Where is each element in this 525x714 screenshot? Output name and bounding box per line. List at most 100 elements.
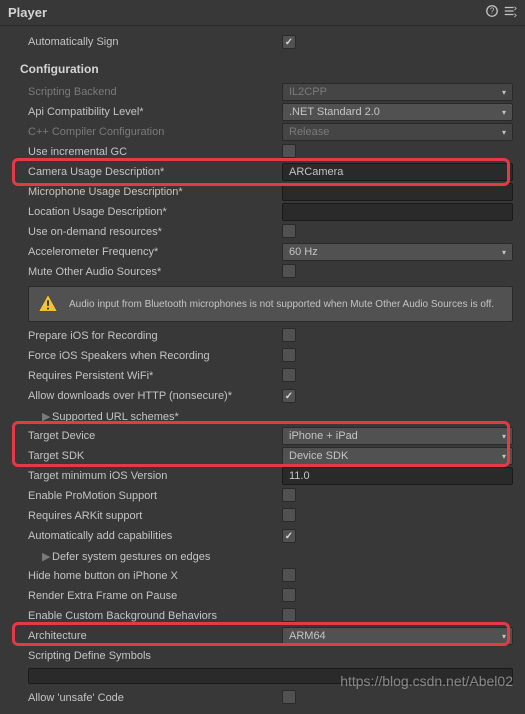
row-target-min-ios: Target minimum iOS Version 11.0 xyxy=(28,466,513,486)
label-auto-sign: Automatically Sign xyxy=(28,36,282,48)
row-auto-cap: Automatically add capabilities xyxy=(28,526,513,546)
label-cpp-compiler: C++ Compiler Configuration xyxy=(28,126,282,138)
label-target-sdk: Target SDK xyxy=(28,450,282,462)
label-architecture: Architecture xyxy=(28,630,282,642)
checkbox-extra-frame[interactable] xyxy=(282,588,296,602)
panel-header: Player ? xyxy=(0,0,525,26)
checkbox-incremental-gc[interactable] xyxy=(282,144,296,158)
row-scripting-backend: Scripting Backend IL2CPP ▾ xyxy=(28,82,513,102)
input-value: 11.0 xyxy=(289,470,310,482)
row-scripting-define: Scripting Define Symbols xyxy=(28,646,513,666)
checkbox-custom-bg[interactable] xyxy=(282,608,296,622)
chevron-down-icon: ▾ xyxy=(502,108,506,117)
row-arkit: Requires ARKit support xyxy=(28,506,513,526)
label-auto-cap: Automatically add capabilities xyxy=(28,530,282,542)
warning-box: Audio input from Bluetooth microphones i… xyxy=(28,286,513,322)
foldout-arrow-icon: ▶ xyxy=(42,410,50,423)
label-target-device: Target Device xyxy=(28,430,282,442)
row-camera-usage: Camera Usage Description* ARCamera xyxy=(28,162,513,182)
chevron-down-icon: ▾ xyxy=(502,128,506,137)
label-target-min-ios: Target minimum iOS Version xyxy=(28,470,282,482)
label-hide-home: Hide home button on iPhone X xyxy=(28,570,282,582)
row-promotion: Enable ProMotion Support xyxy=(28,486,513,506)
dropdown-value: Device SDK xyxy=(289,450,348,462)
label-location-usage: Location Usage Description* xyxy=(28,206,282,218)
dropdown-scripting-backend: IL2CPP ▾ xyxy=(282,83,513,101)
checkbox-force-speakers[interactable] xyxy=(282,348,296,362)
label-accel-freq: Accelerometer Frequency* xyxy=(28,246,282,258)
row-incremental-gc: Use incremental GC xyxy=(28,142,513,162)
label-custom-bg: Enable Custom Background Behaviors xyxy=(28,610,282,622)
label-persistent-wifi: Requires Persistent WiFi* xyxy=(28,370,282,382)
row-api-compat: Api Compatibility Level* .NET Standard 2… xyxy=(28,102,513,122)
row-auto-sign: Automatically Sign xyxy=(28,32,513,52)
label-mute-audio: Mute Other Audio Sources* xyxy=(28,266,282,278)
row-cpp-compiler: C++ Compiler Configuration Release ▾ xyxy=(28,122,513,142)
row-allow-http: Allow downloads over HTTP (nonsecure)* xyxy=(28,386,513,406)
checkbox-allow-http[interactable] xyxy=(282,389,296,403)
label-on-demand: Use on-demand resources* xyxy=(28,226,282,238)
checkbox-promotion[interactable] xyxy=(282,488,296,502)
label-mic-usage: Microphone Usage Description* xyxy=(28,186,282,198)
header-icons: ? xyxy=(485,4,517,21)
row-hide-home: Hide home button on iPhone X xyxy=(28,566,513,586)
row-persistent-wifi: Requires Persistent WiFi* xyxy=(28,366,513,386)
row-force-speakers: Force iOS Speakers when Recording xyxy=(28,346,513,366)
label-scripting-backend: Scripting Backend xyxy=(28,86,282,98)
checkbox-on-demand[interactable] xyxy=(282,224,296,238)
settings-content: Automatically Sign Configuration Scripti… xyxy=(0,26,525,714)
warning-icon xyxy=(37,293,59,315)
label-force-speakers: Force iOS Speakers when Recording xyxy=(28,350,282,362)
dropdown-target-device[interactable]: iPhone + iPad ▾ xyxy=(282,427,513,445)
label-incremental-gc: Use incremental GC xyxy=(28,146,282,158)
dropdown-value: IL2CPP xyxy=(289,86,327,98)
warning-text: Audio input from Bluetooth microphones i… xyxy=(69,298,494,311)
label-scripting-define: Scripting Define Symbols xyxy=(28,650,282,662)
checkbox-hide-home[interactable] xyxy=(282,568,296,582)
checkbox-persistent-wifi[interactable] xyxy=(282,368,296,382)
dropdown-value: iPhone + iPad xyxy=(289,430,358,442)
dropdown-accel-freq[interactable]: 60 Hz ▾ xyxy=(282,243,513,261)
watermark-text: https://blog.csdn.net/Abel02 xyxy=(340,673,513,689)
label-api-compat: Api Compatibility Level* xyxy=(28,106,282,118)
label-extra-frame: Render Extra Frame on Pause xyxy=(28,590,282,602)
dropdown-value: Release xyxy=(289,126,329,138)
row-target-sdk: Target SDK Device SDK ▾ xyxy=(28,446,513,466)
dropdown-cpp-compiler: Release ▾ xyxy=(282,123,513,141)
foldout-arrow-icon: ▶ xyxy=(42,550,50,563)
help-icon[interactable]: ? xyxy=(485,4,499,21)
settings-icon[interactable] xyxy=(503,4,517,21)
dropdown-target-sdk[interactable]: Device SDK ▾ xyxy=(282,447,513,465)
input-value: ARCamera xyxy=(289,166,343,178)
checkbox-auto-cap[interactable] xyxy=(282,529,296,543)
dropdown-architecture[interactable]: ARM64 ▾ xyxy=(282,627,513,645)
row-custom-bg: Enable Custom Background Behaviors xyxy=(28,606,513,626)
checkbox-allow-unsafe[interactable] xyxy=(282,690,296,704)
svg-text:?: ? xyxy=(490,7,495,16)
label-promotion: Enable ProMotion Support xyxy=(28,490,282,502)
checkbox-auto-sign[interactable] xyxy=(282,35,296,49)
label-arkit: Requires ARKit support xyxy=(28,510,282,522)
input-camera-usage[interactable]: ARCamera xyxy=(282,163,513,181)
checkbox-arkit[interactable] xyxy=(282,508,296,522)
row-location-usage: Location Usage Description* xyxy=(28,202,513,222)
input-location-usage[interactable] xyxy=(282,203,513,221)
row-supported-url: ▶Supported URL schemes* xyxy=(28,406,513,426)
chevron-down-icon: ▾ xyxy=(502,248,506,257)
input-mic-usage[interactable] xyxy=(282,183,513,201)
dropdown-value: 60 Hz xyxy=(289,246,318,258)
chevron-down-icon: ▾ xyxy=(502,632,506,641)
checkbox-mute-audio[interactable] xyxy=(282,264,296,278)
label-supported-url[interactable]: ▶Supported URL schemes* xyxy=(28,410,282,423)
row-accel-freq: Accelerometer Frequency* 60 Hz ▾ xyxy=(28,242,513,262)
row-target-device: Target Device iPhone + iPad ▾ xyxy=(28,426,513,446)
dropdown-value: ARM64 xyxy=(289,630,326,642)
section-configuration: Configuration xyxy=(20,62,513,76)
dropdown-api-compat[interactable]: .NET Standard 2.0 ▾ xyxy=(282,103,513,121)
label-allow-unsafe: Allow 'unsafe' Code xyxy=(28,692,282,704)
checkbox-prepare-ios[interactable] xyxy=(282,328,296,342)
label-defer-gestures[interactable]: ▶Defer system gestures on edges xyxy=(28,550,282,563)
input-target-min-ios[interactable]: 11.0 xyxy=(282,467,513,485)
row-on-demand: Use on-demand resources* xyxy=(28,222,513,242)
row-mute-audio: Mute Other Audio Sources* xyxy=(28,262,513,282)
